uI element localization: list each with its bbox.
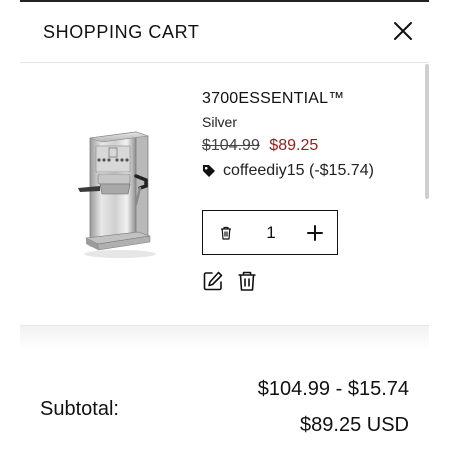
cart-footer: Subtotal: $104.99 - $15.74 $89.25 USD bbox=[20, 362, 429, 450]
price-row: $104.99 $89.25 bbox=[202, 137, 432, 155]
quantity-remove-button[interactable] bbox=[203, 211, 249, 254]
item-details: 3700ESSENTIAL™ Silver $104.99 $89.25 cof… bbox=[202, 90, 432, 180]
quantity-increment-button[interactable] bbox=[293, 211, 337, 254]
subtotal-label: Subtotal: bbox=[40, 398, 119, 420]
close-button[interactable] bbox=[391, 19, 415, 43]
close-icon bbox=[394, 22, 412, 40]
cart-item: 3700ESSENTIAL™ Silver $104.99 $89.25 cof… bbox=[20, 64, 429, 326]
plus-icon bbox=[307, 224, 323, 241]
item-actions bbox=[202, 270, 258, 292]
sale-price: $89.25 bbox=[269, 137, 319, 154]
page-title: SHOPPING CART bbox=[43, 22, 200, 42]
quantity-stepper: 1 bbox=[202, 210, 338, 255]
scrollbar-thumb[interactable] bbox=[425, 64, 429, 199]
subtotal-total: $89.25 USD bbox=[300, 414, 409, 436]
trash-icon bbox=[238, 271, 256, 291]
espresso-machine-image bbox=[78, 131, 156, 258]
product-variant: Silver bbox=[202, 114, 238, 130]
delete-item-button[interactable] bbox=[236, 270, 258, 292]
divider-band bbox=[20, 326, 429, 350]
cart-header: SHOPPING CART bbox=[20, 2, 429, 63]
edit-icon bbox=[203, 271, 223, 291]
tag-icon bbox=[203, 165, 215, 177]
original-price: $104.99 bbox=[202, 137, 260, 154]
subtotal-calculation: $104.99 - $15.74 bbox=[257, 378, 409, 400]
discount-code: coffeediy15 (-$15.74) bbox=[202, 162, 432, 180]
edit-item-button[interactable] bbox=[202, 270, 224, 292]
product-name[interactable]: 3700ESSENTIAL™ bbox=[202, 90, 432, 108]
quantity-value[interactable]: 1 bbox=[249, 223, 293, 243]
trash-icon bbox=[221, 226, 231, 240]
discount-code-text: coffeediy15 (-$15.74) bbox=[223, 162, 374, 179]
